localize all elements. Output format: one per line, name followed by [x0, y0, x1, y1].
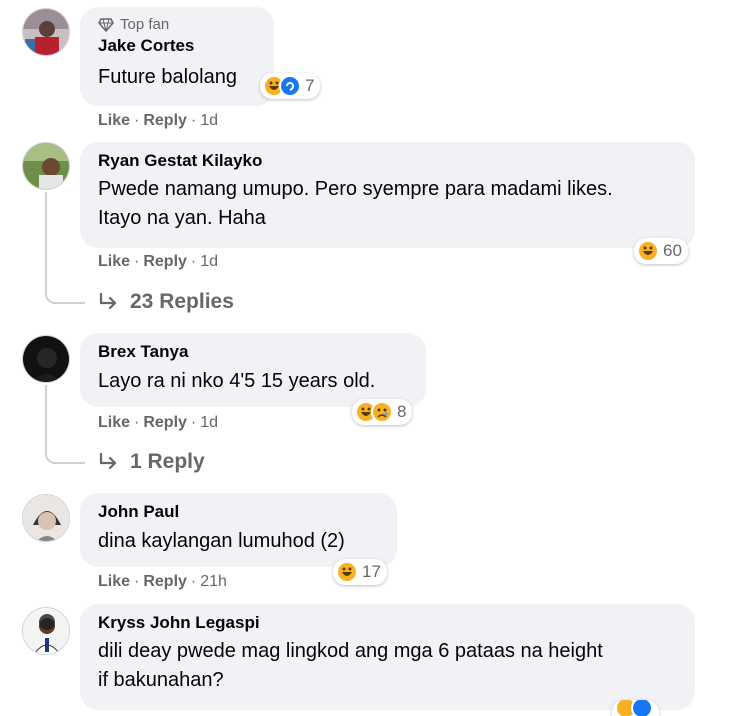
sad-icon: [371, 401, 393, 423]
reaction-summary[interactable]: [612, 700, 659, 716]
like-link[interactable]: Like: [98, 414, 130, 432]
comment-actions: Like · Reply · 21h: [98, 573, 227, 591]
reply-arrow-icon: [99, 453, 117, 470]
top-fan-label: Top fan: [120, 16, 170, 33]
separator-dot: ·: [134, 573, 140, 590]
comment-bubble: John Paul dina kaylangan lumuhod (2): [80, 493, 397, 567]
replies-label[interactable]: 1 Reply: [130, 450, 205, 474]
separator-dot: ·: [190, 414, 197, 431]
commenter-name[interactable]: Jake Cortes: [98, 35, 256, 57]
comment-text-line: if bakunahan?: [98, 669, 224, 691]
commenter-name[interactable]: Kryss John Legaspi: [98, 612, 677, 634]
top-fan-badge: Top fan: [98, 15, 256, 35]
avatar[interactable]: [22, 8, 70, 56]
comment-time[interactable]: 1d: [200, 414, 218, 432]
separator-dot: ·: [134, 414, 140, 431]
comment-text: dina kaylangan lumuhod (2): [98, 530, 345, 552]
avatar[interactable]: [22, 494, 70, 542]
comment-bubble: Kryss John Legaspi dili deay pwede mag l…: [80, 604, 695, 710]
reply-arrow-icon: [99, 293, 117, 310]
commenter-name[interactable]: Brex Tanya: [98, 341, 408, 363]
reaction-count: 17: [362, 562, 381, 581]
reaction-summary[interactable]: 17: [333, 559, 387, 585]
reaction-summary[interactable]: 8: [352, 399, 413, 425]
comment-bubble: Brex Tanya Layo ra ni nko 4'5 15 years o…: [80, 333, 426, 407]
reply-link[interactable]: Reply: [143, 414, 187, 432]
commenter-name[interactable]: Ryan Gestat Kilayko: [98, 150, 677, 172]
comment-text: Future balolang: [98, 66, 237, 88]
reaction-count: 8: [397, 402, 407, 421]
separator-dot: ·: [134, 112, 140, 129]
comment-text-line: Itayo na yan. Haha: [98, 207, 266, 229]
comment-text-line: Pwede namang umupo. Pero syempre para ma…: [98, 178, 613, 200]
reaction-count: 7: [305, 76, 315, 95]
reply-link[interactable]: Reply: [143, 112, 187, 130]
comment-text-line: dili deay pwede mag lingkod ang mga 6 pa…: [98, 640, 603, 662]
avatar[interactable]: [22, 335, 70, 383]
thread-connector: [45, 385, 85, 464]
haha-icon: [637, 240, 659, 262]
avatar[interactable]: [22, 142, 70, 190]
view-replies-button[interactable]: 23 Replies: [98, 290, 234, 314]
commenter-name[interactable]: John Paul: [98, 501, 379, 523]
like-link[interactable]: Like: [98, 573, 130, 591]
reply-link[interactable]: Reply: [143, 253, 187, 271]
reaction-count: 60: [663, 241, 682, 260]
separator-dot: ·: [190, 573, 197, 590]
comment-text: Layo ra ni nko 4'5 15 years old.: [98, 370, 376, 392]
comment-time[interactable]: 1d: [200, 112, 218, 130]
care-icon: [631, 700, 653, 716]
haha-icon: [336, 561, 358, 583]
separator-dot: ·: [190, 253, 197, 270]
thread-connector: [45, 192, 85, 304]
comment-actions: Like · Reply · 1d: [98, 253, 218, 271]
comment-actions: Like · Reply · 1d: [98, 414, 218, 432]
comment-time[interactable]: 1d: [200, 253, 218, 271]
reaction-summary[interactable]: 60: [634, 238, 688, 264]
separator-dot: ·: [134, 253, 140, 270]
reaction-summary[interactable]: 7: [260, 73, 321, 99]
like-link[interactable]: Like: [98, 253, 130, 271]
view-replies-button[interactable]: 1 Reply: [98, 450, 205, 474]
comment-time[interactable]: 21h: [200, 573, 227, 591]
replies-label[interactable]: 23 Replies: [130, 290, 234, 314]
separator-dot: ·: [190, 112, 197, 129]
comment-bubble: Ryan Gestat Kilayko Pwede namang umupo. …: [80, 142, 695, 248]
avatar[interactable]: [22, 607, 70, 655]
comment-bubble: Top fan Jake Cortes Future balolang: [80, 7, 274, 106]
like-link[interactable]: Like: [98, 112, 130, 130]
reply-link[interactable]: Reply: [143, 573, 187, 591]
comment-actions: Like · Reply · 1d: [98, 112, 218, 130]
care-icon: [279, 75, 301, 97]
diamond-icon: [98, 18, 114, 32]
